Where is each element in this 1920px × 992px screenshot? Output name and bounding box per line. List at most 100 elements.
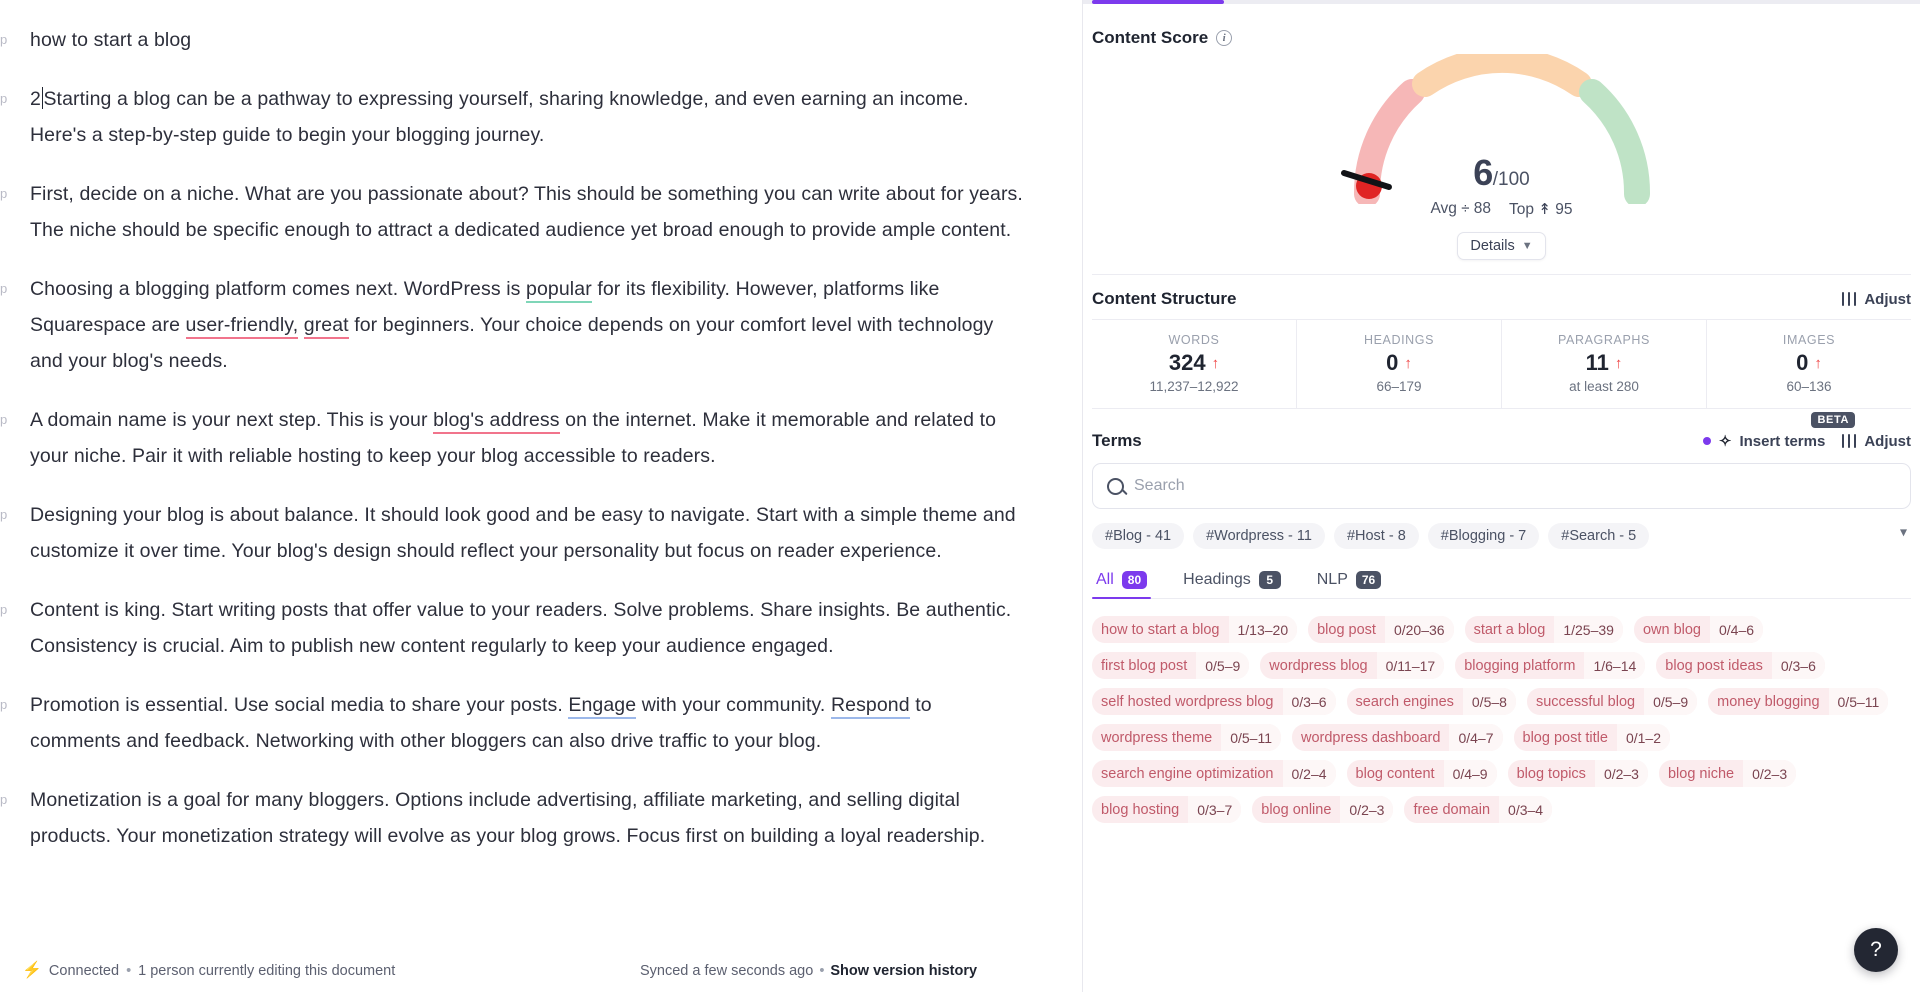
term-chip[interactable]: wordpress blog 0/11–17 <box>1260 652 1445 679</box>
highlighted-term-great[interactable]: great <box>303 314 349 339</box>
term-chip[interactable]: money blogging 0/5–11 <box>1708 688 1889 715</box>
highlighted-term-respond[interactable]: Respond <box>830 694 910 719</box>
term-count: 0/5–11 <box>1221 724 1281 751</box>
document-paragraph[interactable]: p 2 Starting a blog can be a pathway to e… <box>0 81 1024 153</box>
tab-headings[interactable]: Headings 5 <box>1179 571 1285 598</box>
stat-key: HEADINGS <box>1363 333 1435 347</box>
document-paragraph[interactable]: p First, decide on a niche. What are you… <box>0 176 1024 248</box>
trend-up-icon: ↑ <box>1614 354 1623 372</box>
term-chip[interactable]: blog topics 0/2–3 <box>1507 760 1648 787</box>
trend-up-icon: ↑ <box>1814 354 1822 372</box>
notification-dot-icon <box>1702 437 1711 445</box>
document-paragraph[interactable]: p how to start a blog <box>0 22 1024 58</box>
adjust-structure-button[interactable]: Adjust <box>1841 291 1911 308</box>
term-chip[interactable]: blog content 0/4–9 <box>1346 760 1497 787</box>
stat-images[interactable]: IMAGES 0 ↑ 60–136 <box>1707 320 1911 408</box>
term-chip[interactable]: self hosted wordpress blog 0/3–6 <box>1092 688 1336 715</box>
term-chip[interactable]: wordpress dashboard 0/4–7 <box>1292 724 1503 751</box>
sliders-icon <box>1841 434 1857 448</box>
term-name: how to start a blog <box>1101 621 1220 638</box>
app-root: p how to start a blog p 2 Starting a blog… <box>0 0 1920 992</box>
chevron-down-icon[interactable]: ▾ <box>1900 524 1907 541</box>
term-count: 0/2–3 <box>1594 760 1648 787</box>
term-chip[interactable]: own blog 0/4–6 <box>1633 616 1764 643</box>
highlighted-term-engage[interactable]: Engage <box>568 694 637 719</box>
paragraph-text[interactable]: A domain name is your next step. This is… <box>30 402 1024 474</box>
term-name: search engines <box>1355 693 1454 710</box>
paragraph-text[interactable]: Designing your blog is about balance. It… <box>30 497 1024 569</box>
stat-headings[interactable]: HEADINGS 0 ↑ 66–179 <box>1297 320 1502 408</box>
term-chip[interactable]: search engines 0/5–8 <box>1346 688 1516 715</box>
document-body[interactable]: p how to start a blog p 2 Starting a blog… <box>0 0 1082 950</box>
document-paragraph[interactable]: p Designing your blog is about balance. … <box>0 497 1024 569</box>
sliders-icon <box>1841 292 1857 306</box>
paragraph-text[interactable]: Content is king. Start writing posts tha… <box>30 592 1024 664</box>
stat-range: 11,237–12,922 <box>1149 379 1239 394</box>
highlighted-term-blogs-address[interactable]: blog's address <box>433 409 560 434</box>
paragraph-text[interactable]: Monetization is a goal for many bloggers… <box>30 782 1024 854</box>
term-chip[interactable]: free domain 0/3–4 <box>1404 796 1553 823</box>
hashtag-chip[interactable]: #Blogging - 7 <box>1427 523 1540 549</box>
content-score-gauge: 6 /100 Avg ÷ 88 Top ↟ 95 <box>1092 52 1911 219</box>
paragraph-text[interactable]: Choosing a blogging platform comes next.… <box>30 271 1024 379</box>
paragraph-text[interactable]: First, decide on a niche. What are you p… <box>30 176 1024 248</box>
hashtag-chip[interactable]: #Wordpress - 11 <box>1193 523 1325 549</box>
term-chip[interactable]: search engine optimization 0/2–4 <box>1092 760 1336 787</box>
paragraph-text[interactable]: how to start a blog <box>30 22 1024 58</box>
terms-search-box[interactable] <box>1092 463 1911 509</box>
details-button[interactable]: Details ▼ <box>1457 232 1546 260</box>
term-chip[interactable]: wordpress theme 0/5–11 <box>1092 724 1281 751</box>
tab-nlp[interactable]: NLP 76 <box>1313 571 1385 598</box>
trend-up-icon: ↑ <box>1211 354 1220 372</box>
term-name: blog post title <box>1522 729 1608 746</box>
term-chip[interactable]: how to start a blog 1/13–20 <box>1092 616 1298 643</box>
content-structure-title: Content Structure <box>1092 289 1237 308</box>
paragraph-text[interactable]: Promotion is essential. Use social media… <box>30 687 1024 759</box>
paragraph-text[interactable]: 2 Starting a blog can be a pathway to exp… <box>30 81 1024 153</box>
document-paragraph[interactable]: p Content is king. Start writing posts t… <box>0 592 1024 664</box>
term-name: own blog <box>1642 621 1701 638</box>
avg-benchmark: Avg ÷ 88 <box>1431 200 1492 219</box>
term-chip[interactable]: blogging platform 1/6–14 <box>1455 652 1646 679</box>
paragraph-tag-marker: p <box>0 602 8 617</box>
active-tab-bar <box>1092 0 1224 4</box>
chevron-down-icon: ▼ <box>1521 240 1533 252</box>
insert-terms-button[interactable]: ✧ Insert terms <box>1702 432 1825 450</box>
term-name: self hosted wordpress blog <box>1101 693 1274 710</box>
term-chip[interactable]: first blog post 0/5–9 <box>1092 652 1250 679</box>
terms-list: how to start a blog 1/13–20 blog post 0/20–… <box>1092 599 1911 823</box>
hashtag-chip[interactable]: #Blog - 41 <box>1092 523 1185 549</box>
term-count: 0/3–6 <box>1282 688 1336 715</box>
search-input[interactable] <box>1134 477 1896 495</box>
term-chip[interactable]: blog online 0/2–3 <box>1252 796 1394 823</box>
hashtag-chip[interactable]: #Host - 8 <box>1333 523 1419 549</box>
term-chip[interactable]: blog post ideas 0/3–6 <box>1656 652 1825 679</box>
term-chip[interactable]: blog post title 0/1–2 <box>1513 724 1670 751</box>
info-icon[interactable]: i <box>1216 30 1233 46</box>
document-paragraph[interactable]: p A domain name is your next step. This … <box>0 402 1024 474</box>
term-count: 0/3–7 <box>1188 796 1242 823</box>
term-chip[interactable]: successful blog 0/5–9 <box>1526 688 1698 715</box>
adjust-terms-button[interactable]: Adjust <box>1841 433 1911 450</box>
document-paragraph[interactable]: p Promotion is essential. Use social med… <box>0 687 1024 759</box>
term-chip[interactable]: start a blog 1/25–39 <box>1464 616 1623 643</box>
term-count: 1/6–14 <box>1584 652 1646 679</box>
document-paragraph[interactable]: p Monetization is a goal for many blogge… <box>0 782 1024 854</box>
highlighted-term-user-friendly[interactable]: user-friendly, <box>185 314 299 339</box>
term-count: 0/2–3 <box>1743 760 1797 787</box>
document-paragraph[interactable]: p Choosing a blogging platform comes nex… <box>0 271 1024 379</box>
hashtag-chip[interactable]: #Search - 5 <box>1548 523 1650 549</box>
show-version-history-link[interactable]: Show version history <box>830 963 977 979</box>
tab-count-badge: 80 <box>1121 571 1148 589</box>
term-chip[interactable]: blog hosting 0/3–7 <box>1092 796 1242 823</box>
tab-all[interactable]: All 80 <box>1092 571 1152 599</box>
term-name: money blogging <box>1717 693 1820 710</box>
stat-paragraphs[interactable]: PARAGRAPHS 11 ↑ at least 280 <box>1502 320 1707 408</box>
highlighted-term-popular[interactable]: popular <box>526 278 592 303</box>
term-chip[interactable]: blog niche 0/2–3 <box>1658 760 1797 787</box>
term-chip[interactable]: blog post 0/20–36 <box>1308 616 1454 643</box>
stat-key: WORDS <box>1168 333 1220 347</box>
stat-words[interactable]: WORDS 324 ↑ 11,237–12,922 <box>1092 320 1297 408</box>
help-button[interactable]: ? <box>1854 928 1898 972</box>
paragraph-tag-marker: p <box>0 186 8 201</box>
